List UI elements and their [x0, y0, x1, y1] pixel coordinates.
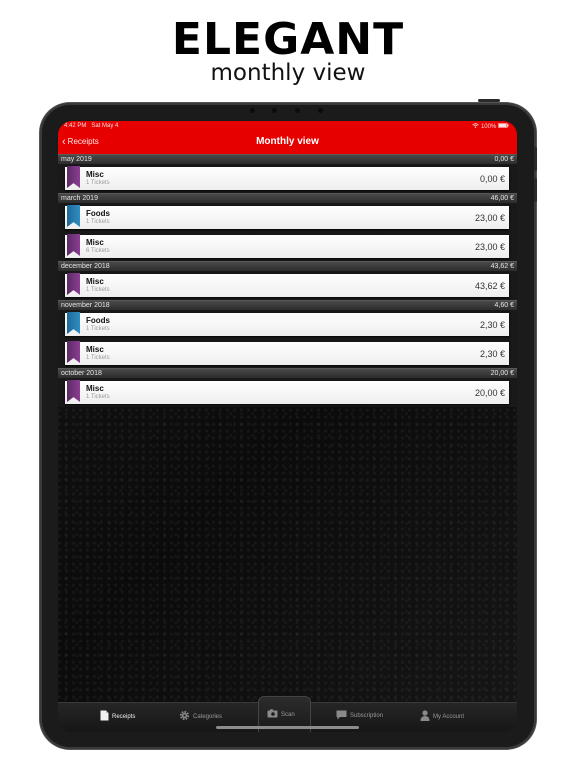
list-item[interactable]: Misc 1 Tickets 20,00 €	[58, 378, 517, 407]
row-amount: 23,00 €	[474, 242, 505, 252]
tab-subscription-label: Subscription	[350, 713, 384, 719]
status-bar-right: 100%	[472, 123, 509, 130]
volume-up-button	[534, 147, 537, 171]
sensor-dot	[250, 108, 255, 113]
row-category: Misc	[86, 238, 104, 247]
tab-receipts[interactable]: Receipts	[100, 710, 135, 723]
receipt-card[interactable]: Misc 1 Tickets 2,30 €	[65, 341, 509, 365]
status-time: 4:42 PM	[64, 123, 87, 129]
section-header: november 2018 4,60 €	[58, 300, 517, 310]
section-total: 0,00 €	[494, 156, 514, 163]
receipt-card[interactable]: Misc 1 Tickets 20,00 €	[65, 380, 509, 404]
row-ticket-count: 1 Tickets	[86, 394, 110, 400]
person-icon	[420, 710, 430, 723]
navigation-bar: 4:42 PM Sat May 4 100% ‹ Receipts Monthl…	[58, 121, 517, 154]
section-header: october 2018 20,00 €	[58, 368, 517, 378]
section-total: 20,00 €	[490, 370, 514, 377]
list-item[interactable]: Misc 1 Tickets 0,00 €	[58, 164, 517, 193]
tab-receipts-label: Receipts	[112, 713, 136, 720]
list-item[interactable]: Foods 1 Tickets 23,00 €	[58, 203, 517, 232]
tab-scan-label: Scan	[281, 711, 295, 718]
row-amount: 20,00 €	[474, 388, 505, 398]
row-ticket-count: 1 Tickets	[86, 355, 110, 361]
row-amount: 43,62 €	[474, 281, 505, 291]
tab-categories[interactable]: Categories	[179, 710, 222, 723]
battery-percent: 100%	[480, 124, 497, 130]
list-item[interactable]: Misc 6 Tickets 23,00 €	[58, 232, 517, 261]
list-item[interactable]: Misc 1 Tickets 43,62 €	[58, 271, 517, 300]
section-month: october 2018	[61, 370, 102, 377]
category-ribbon-icon	[67, 341, 80, 363]
receipt-card[interactable]: Misc 1 Tickets 0,00 €	[65, 166, 509, 190]
sensor-dot	[318, 108, 323, 113]
power-button	[478, 99, 500, 102]
row-category: Foods	[86, 209, 110, 218]
section-header: march 2019 46,00 €	[58, 193, 517, 203]
row-ticket-count: 1 Tickets	[86, 287, 110, 293]
row-category: Misc	[86, 345, 104, 354]
status-bar-left: 4:42 PM Sat May 4	[64, 123, 118, 129]
home-indicator	[216, 726, 359, 729]
row-amount: 23,00 €	[474, 213, 505, 223]
category-ribbon-icon	[67, 234, 80, 256]
section-total: 46,00 €	[490, 195, 514, 202]
row-category: Foods	[86, 316, 110, 325]
row-category: Misc	[86, 170, 104, 179]
tab-scan-content: Scan	[267, 709, 295, 720]
gear-icon	[179, 710, 190, 723]
row-ticket-count: 1 Tickets	[86, 219, 110, 225]
category-ribbon-icon	[67, 273, 80, 295]
chat-bubble-icon	[336, 710, 347, 722]
section-total: 43,62 €	[490, 263, 514, 270]
status-date: Sat May 4	[91, 123, 119, 129]
promo-title: ELEGANT	[171, 14, 405, 65]
camera-lens-icon	[295, 108, 300, 113]
receipt-card[interactable]: Misc 6 Tickets 23,00 €	[65, 234, 509, 258]
app-screen: 4:42 PM Sat May 4 100% ‹ Receipts Monthl…	[58, 121, 517, 732]
sensor-dot	[272, 108, 277, 113]
section-month: may 2019	[61, 156, 92, 163]
row-amount: 2,30 €	[479, 320, 505, 330]
receipt-card[interactable]: Foods 1 Tickets 2,30 €	[65, 312, 509, 336]
page-title: Monthly view	[256, 136, 319, 147]
row-ticket-count: 6 Tickets	[86, 248, 110, 254]
category-ribbon-icon	[67, 205, 80, 227]
battery-icon	[498, 123, 509, 130]
list-item[interactable]: Foods 1 Tickets 2,30 €	[58, 310, 517, 339]
row-category: Misc	[86, 384, 104, 393]
section-month: december 2018	[61, 263, 110, 270]
receipt-card[interactable]: Foods 1 Tickets 23,00 €	[65, 205, 509, 229]
row-amount: 0,00 €	[479, 174, 505, 184]
section-month: march 2019	[61, 195, 98, 202]
category-ribbon-icon	[67, 380, 80, 402]
wifi-icon	[472, 123, 481, 130]
tab-subscription[interactable]: Subscription	[336, 710, 383, 722]
category-ribbon-icon	[67, 166, 80, 188]
section-total: 4,60 €	[494, 302, 514, 309]
section-month: november 2018	[61, 302, 110, 309]
tab-account[interactable]: My Account	[420, 710, 464, 723]
row-ticket-count: 1 Tickets	[86, 326, 110, 332]
list-item[interactable]: Misc 1 Tickets 2,30 €	[58, 339, 517, 368]
camera-icon	[267, 709, 278, 720]
row-amount: 2,30 €	[479, 349, 505, 359]
category-ribbon-icon	[67, 312, 80, 334]
section-header: may 2019 0,00 €	[58, 154, 517, 164]
row-ticket-count: 1 Tickets	[86, 180, 110, 186]
receipt-card[interactable]: Misc 1 Tickets 43,62 €	[65, 273, 509, 297]
document-icon	[100, 710, 109, 723]
promo-subtitle: monthly view	[210, 60, 366, 86]
tab-categories-label: Categories	[193, 713, 223, 720]
tab-account-label: My Account	[433, 713, 465, 720]
monthly-list: may 2019 0,00 € Misc 1 Tickets 0,00 € ma…	[58, 154, 517, 407]
volume-down-button	[534, 178, 537, 202]
section-header: december 2018 43,62 €	[58, 261, 517, 271]
row-category: Misc	[86, 277, 104, 286]
